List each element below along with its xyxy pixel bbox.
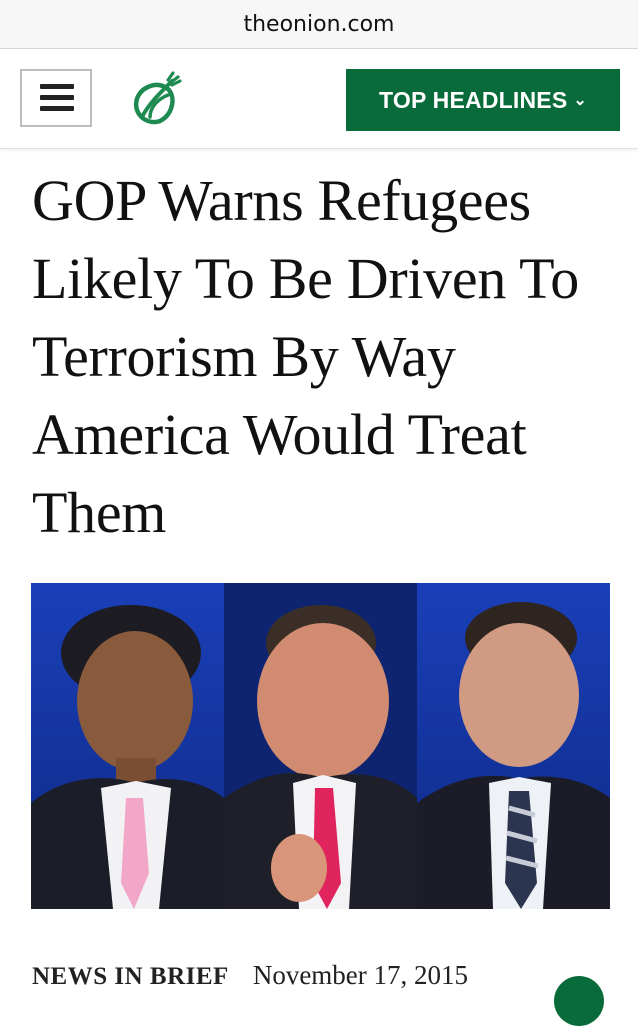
article-meta: NEWS IN BRIEF November 17, 2015 — [32, 960, 468, 991]
publish-date: November 17, 2015 — [252, 960, 469, 990]
top-headlines-button[interactable]: TOP HEADLINES ⌄ — [346, 69, 620, 131]
menu-button[interactable] — [20, 69, 92, 127]
site-header: TOP HEADLINES ⌄ — [0, 49, 638, 149]
article-photo[interactable] — [31, 583, 610, 909]
top-headlines-label: TOP HEADLINES — [379, 87, 568, 113]
url-text: theonion.com — [243, 12, 395, 37]
share-button[interactable] — [554, 976, 604, 1026]
section-label[interactable]: NEWS IN BRIEF — [32, 963, 229, 990]
browser-url-bar[interactable]: theonion.com — [0, 0, 638, 49]
article-headline[interactable]: GOP Warns Refugees Likely To Be Driven T… — [32, 162, 622, 552]
chevron-down-icon: ⌄ — [573, 92, 587, 109]
onion-logo-icon[interactable] — [128, 71, 184, 127]
